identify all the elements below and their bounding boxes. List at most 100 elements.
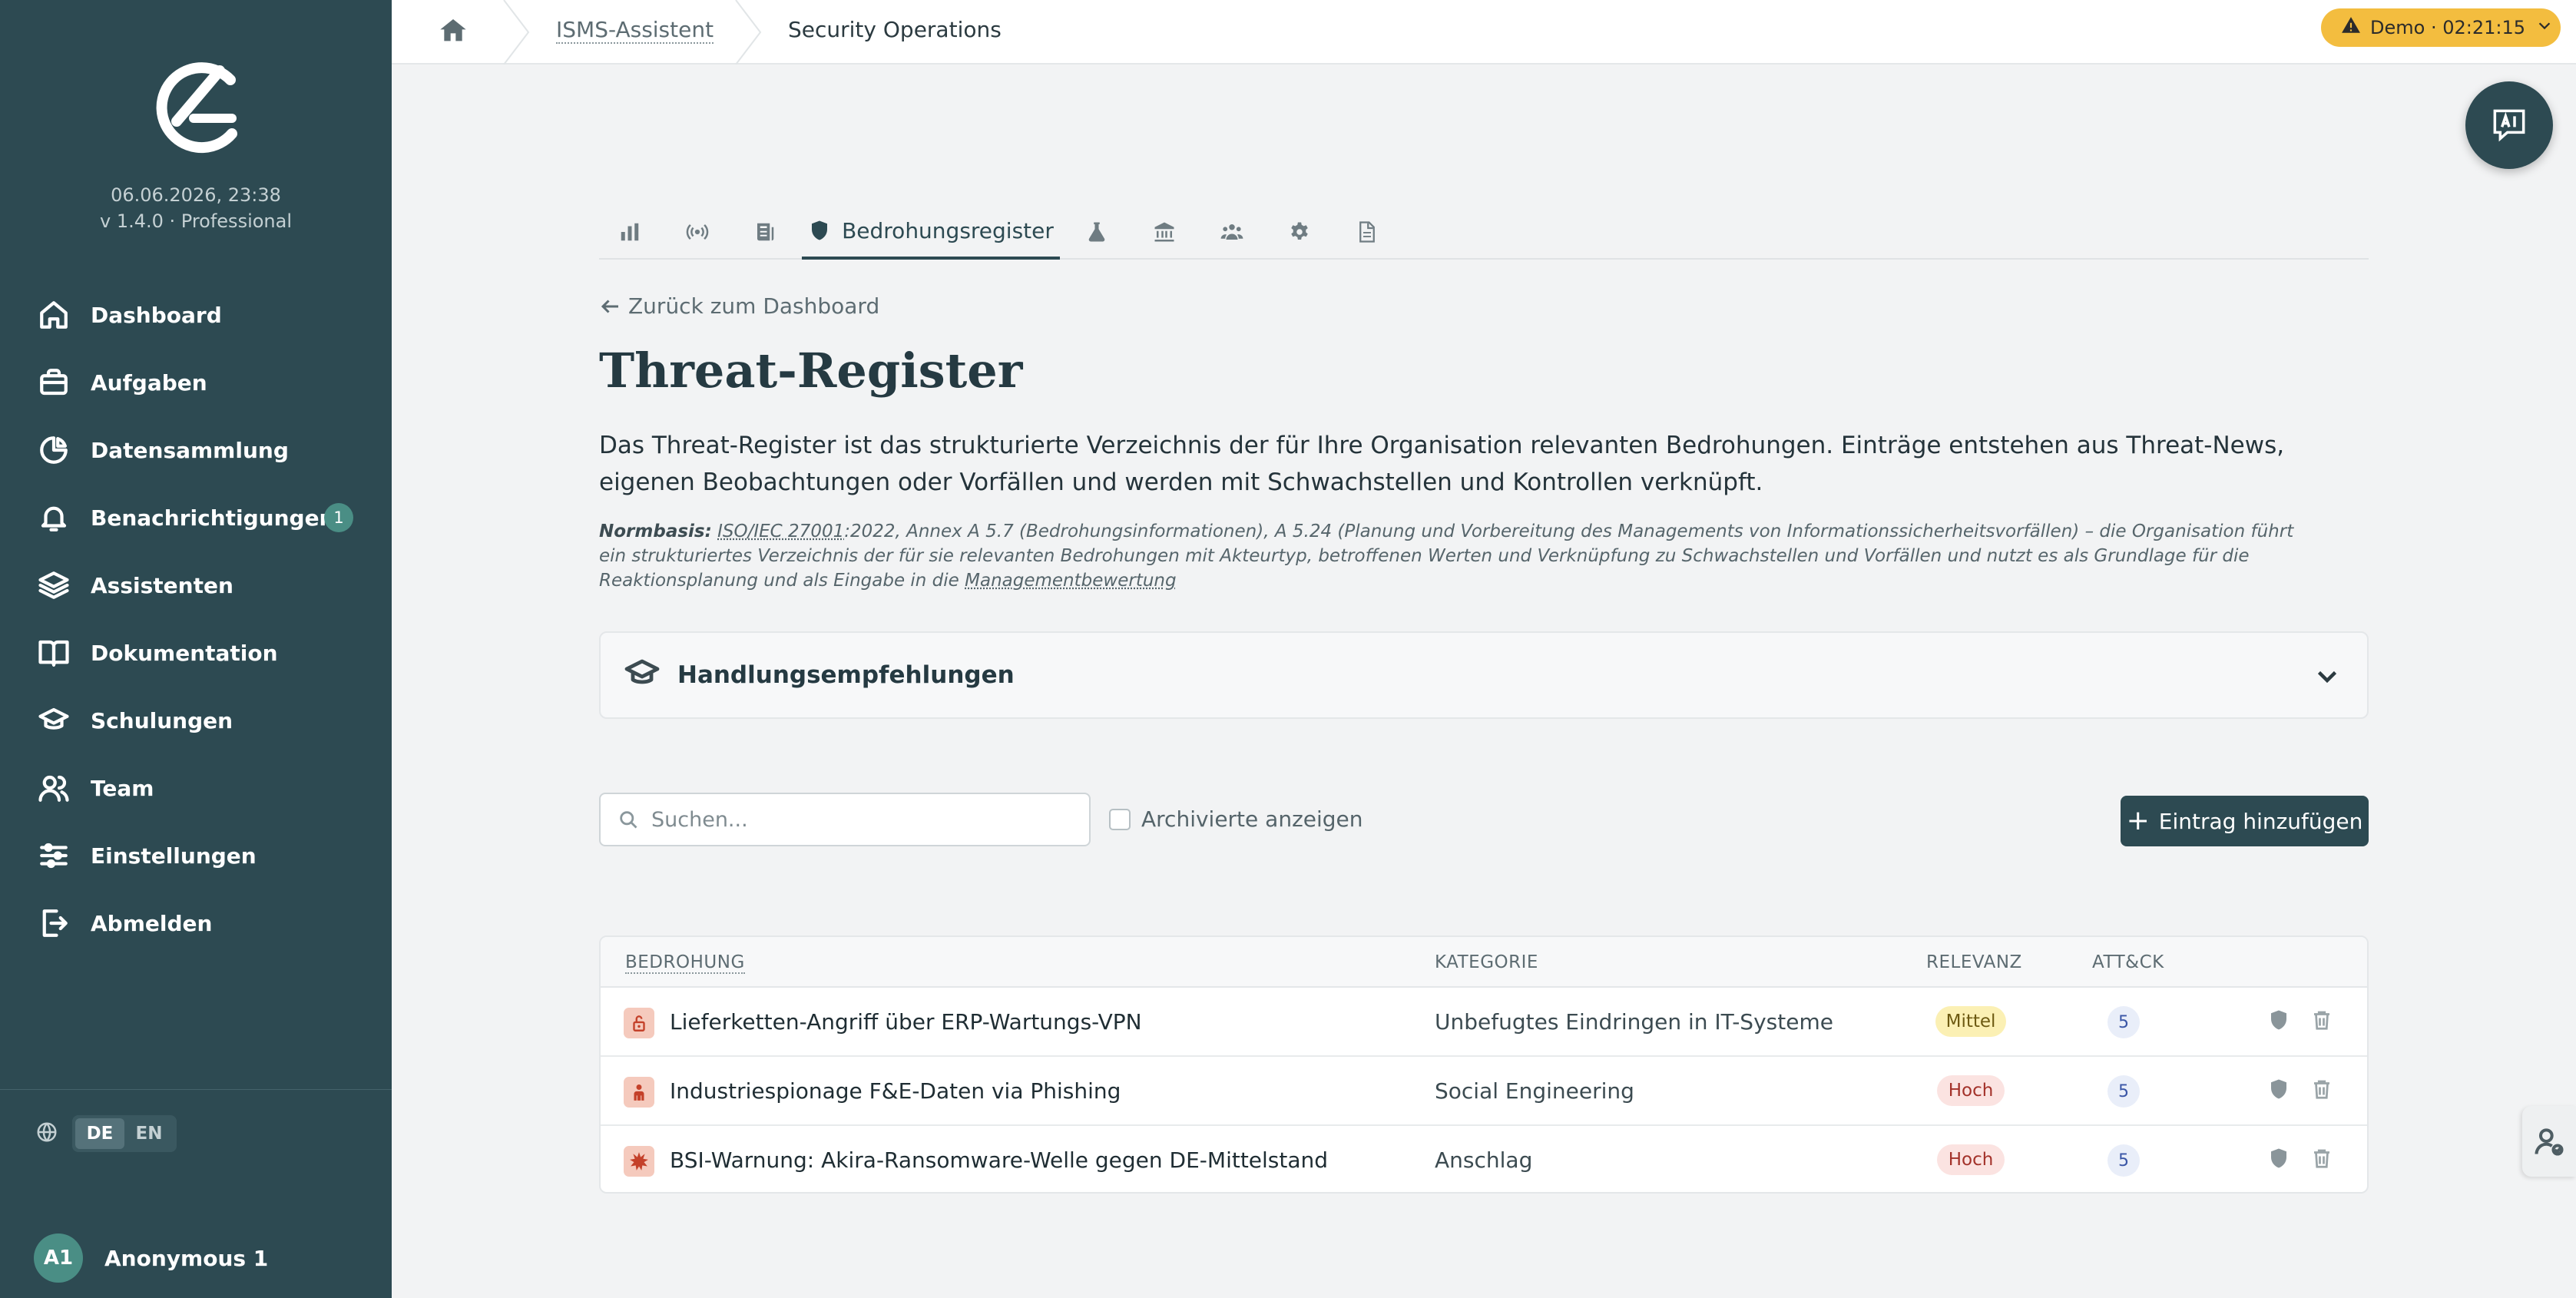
norm-basis-text: Normbasis: ISO/IEC 27001:2022, Annex A 5… — [599, 519, 2319, 593]
gear-icon — [1291, 222, 1308, 240]
language-en-button[interactable]: EN — [124, 1118, 174, 1149]
recommendations-accordion[interactable]: Handlungsempfehlungen — [599, 631, 2369, 719]
tab-feeds[interactable] — [667, 204, 728, 260]
users-icon — [37, 771, 71, 805]
page-title: Threat-Register — [599, 343, 1023, 399]
breadcrumb-isms-assistent[interactable]: ISMS-Assistent — [556, 17, 714, 44]
warning-icon — [2341, 15, 2361, 40]
sidebar: 06.06.2026, 23:38 v 1.4.0 · Professional… — [0, 0, 392, 1298]
nav-label: Schulungen — [91, 707, 233, 733]
layers-icon — [37, 568, 71, 602]
nav-item-aufgaben[interactable]: Aufgaben — [0, 349, 392, 416]
book-icon — [37, 636, 71, 670]
tab-statistics[interactable] — [599, 204, 661, 260]
tab-institutions[interactable] — [1134, 204, 1195, 260]
search-field[interactable] — [599, 793, 1091, 846]
attck-count-badge: 5 — [2107, 1006, 2140, 1038]
add-entry-button[interactable]: + Eintrag hinzufügen — [2121, 796, 2369, 846]
breadcrumb-label: ISMS-Assistent — [556, 17, 714, 44]
threat-table: BEDROHUNG KATEGORIE RELEVANZ ATT&CK Lief… — [599, 935, 2369, 1194]
show-archived-label: Archivierte anzeigen — [1141, 806, 1363, 832]
nav-item-benachrichtigungen[interactable]: Benachrichtigungen 1 — [0, 484, 392, 551]
section-tabs: Bedrohungsregister — [599, 204, 2369, 260]
threat-name[interactable]: BSI-Warnung: Akira-Ransomware-Welle gege… — [670, 1147, 1328, 1173]
delete-icon[interactable] — [2310, 1008, 2336, 1035]
delete-icon[interactable] — [2310, 1147, 2336, 1173]
shield-action-icon[interactable] — [2267, 1008, 2293, 1035]
home-icon — [37, 298, 71, 332]
arrow-left-icon — [601, 299, 618, 313]
globe-icon — [35, 1121, 58, 1147]
demo-timer-label: Demo · 02:21:15 — [2370, 17, 2525, 38]
ai-assistant-button[interactable] — [2465, 81, 2553, 169]
nav-item-schulungen[interactable]: Schulungen — [0, 687, 392, 754]
flask-icon — [1088, 222, 1105, 242]
threat-name[interactable]: Lieferketten-Angriff über ERP-Wartungs-V… — [670, 1009, 1142, 1035]
column-header-threat[interactable]: BEDROHUNG — [625, 952, 745, 974]
lock-open-icon — [624, 1008, 654, 1038]
shield-icon — [812, 220, 828, 240]
table-header: BEDROHUNG KATEGORIE RELEVANZ ATT&CK — [601, 937, 2367, 988]
tab-actors[interactable] — [1201, 204, 1263, 260]
nav-label: Dashboard — [91, 302, 222, 328]
group-icon — [1220, 224, 1243, 240]
threat-name[interactable]: Industriespionage F&E-Daten via Phishing — [670, 1078, 1121, 1104]
norm-basis-body: :2022, Annex A 5.7 (Bedrohungsinformatio… — [599, 522, 2294, 591]
norm-management-review-link[interactable]: Managementbewertung — [965, 571, 1176, 591]
tab-news[interactable] — [734, 204, 796, 260]
language-switcher: DE EN — [35, 1115, 177, 1152]
breadcrumb-home-icon[interactable] — [438, 15, 472, 49]
main-nav: Dashboard Aufgaben Datensammlung Benachr… — [0, 281, 392, 957]
nav-label: Benachrichtigungen — [91, 505, 335, 531]
language-de-button[interactable]: DE — [75, 1118, 124, 1149]
back-to-dashboard-link[interactable]: Zurück zum Dashboard — [599, 293, 879, 319]
spy-icon — [624, 1077, 654, 1108]
page-description: Das Threat-Register ist das strukturiert… — [599, 432, 2285, 496]
relevance-badge: Hoch — [1937, 1144, 2005, 1175]
logout-icon — [37, 906, 71, 940]
attck-count-badge: 5 — [2107, 1144, 2140, 1177]
table-row[interactable]: Industriespionage F&E-Daten via Phishing… — [601, 1057, 2367, 1126]
nav-item-abmelden[interactable]: Abmelden — [0, 889, 392, 957]
demo-timer-badge[interactable]: Demo · 02:21:15 — [2321, 8, 2561, 47]
column-header-relevance: RELEVANZ — [1926, 952, 2022, 972]
logo-icon — [156, 62, 237, 154]
ai-chat-icon — [2493, 109, 2525, 142]
nav-item-dashboard[interactable]: Dashboard — [0, 281, 392, 349]
shield-action-icon[interactable] — [2267, 1078, 2293, 1104]
norm-iso-link[interactable]: ISO/IEC 27001 — [717, 522, 844, 541]
tab-bedrohungsregister[interactable]: Bedrohungsregister — [802, 204, 1060, 260]
show-archived-toggle[interactable]: Archivierte anzeigen — [1109, 806, 1363, 832]
shield-action-icon[interactable] — [2267, 1147, 2293, 1173]
tab-lab[interactable] — [1066, 204, 1127, 260]
threat-category: Social Engineering — [1435, 1078, 1634, 1104]
search-input[interactable] — [651, 807, 1081, 832]
avatar: A1 — [34, 1233, 83, 1283]
table-row[interactable]: Lieferketten-Angriff über ERP-Wartungs-V… — [601, 988, 2367, 1057]
delete-icon[interactable] — [2310, 1078, 2336, 1104]
threat-category: Anschlag — [1435, 1147, 1533, 1173]
nav-item-team[interactable]: Team — [0, 754, 392, 822]
app-version: v 1.4.0 · Professional — [99, 210, 293, 232]
nav-item-dokumentation[interactable]: Dokumentation — [0, 619, 392, 687]
user-profile[interactable]: A1 Anonymous 1 — [34, 1233, 268, 1283]
nav-item-einstellungen[interactable]: Einstellungen — [0, 822, 392, 889]
tab-reports[interactable] — [1336, 204, 1398, 260]
app-logo[interactable] — [146, 54, 246, 157]
table-row[interactable]: BSI-Warnung: Akira-Ransomware-Welle gege… — [601, 1126, 2367, 1192]
chevron-down-icon — [2313, 662, 2341, 693]
graduation-cap-icon — [37, 704, 71, 737]
nav-item-datensammlung[interactable]: Datensammlung — [0, 416, 392, 484]
pie-chart-icon — [37, 433, 71, 467]
bell-icon — [37, 501, 71, 535]
tab-settings[interactable] — [1269, 204, 1330, 260]
add-entry-label: Eintrag hinzufügen — [2158, 808, 2363, 834]
briefcase-icon — [37, 366, 71, 399]
broadcast-icon — [686, 224, 709, 240]
notification-count-badge: 1 — [324, 503, 353, 532]
nav-item-assistenten[interactable]: Assistenten — [0, 551, 392, 619]
relevance-badge: Mittel — [1935, 1006, 2006, 1037]
show-archived-checkbox[interactable] — [1109, 808, 1131, 830]
privacy-settings-tab[interactable] — [2522, 1106, 2576, 1177]
attck-count-badge: 5 — [2107, 1075, 2140, 1108]
